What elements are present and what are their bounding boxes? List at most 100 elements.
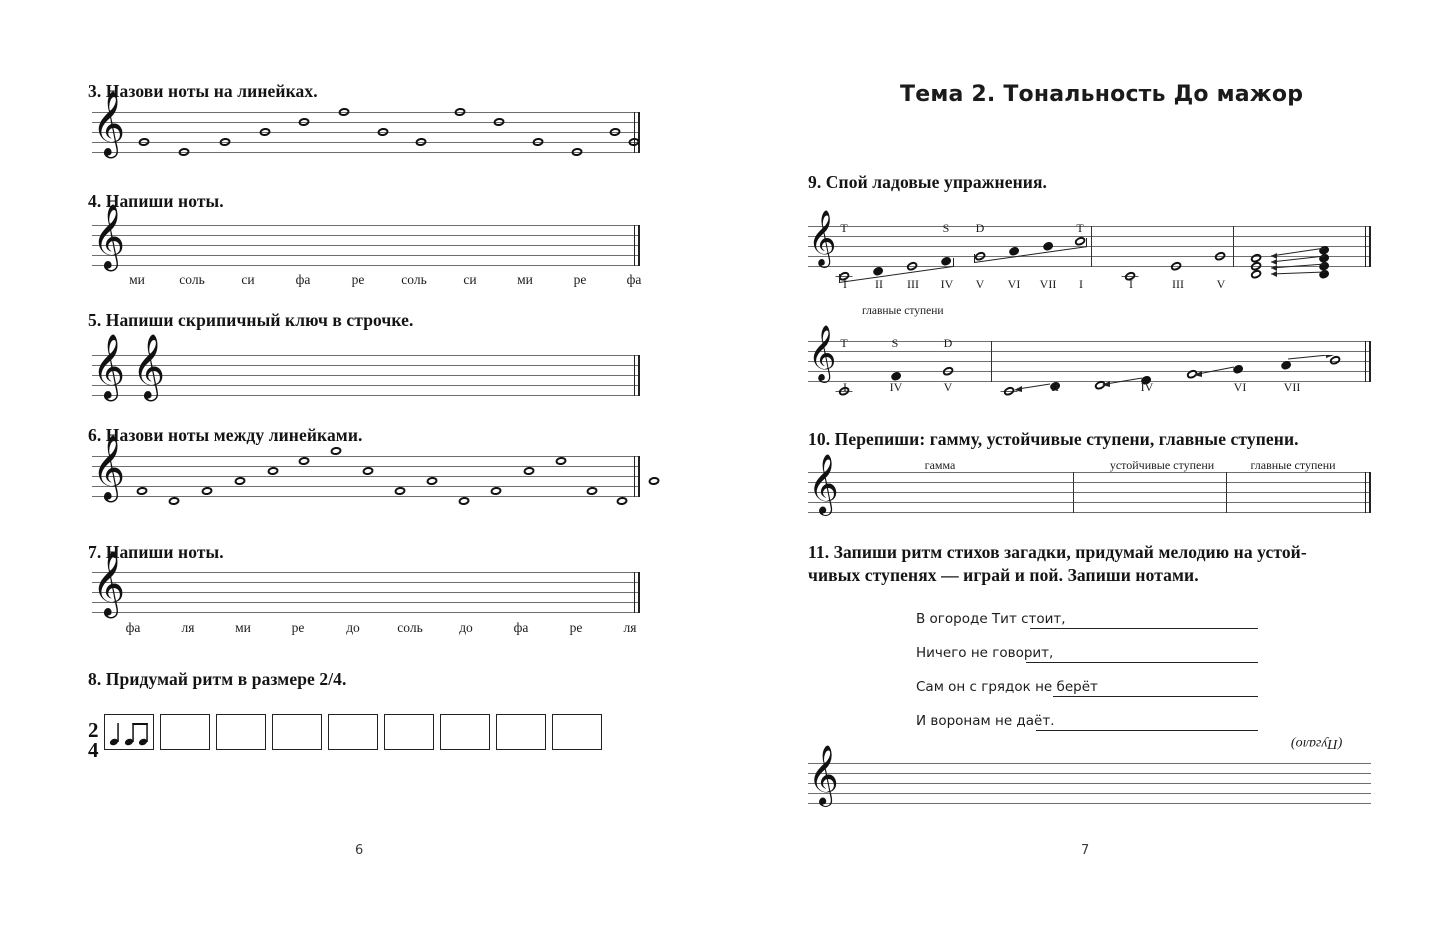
staff-line bbox=[92, 385, 640, 386]
degree-label: I bbox=[1079, 277, 1083, 291]
staff-line bbox=[92, 225, 640, 226]
note-name: фа bbox=[125, 620, 141, 635]
rhythm-box-empty[interactable] bbox=[495, 714, 546, 750]
treble-clef-icon: 𝄞 bbox=[808, 210, 837, 266]
staff-line bbox=[92, 476, 640, 477]
note-head bbox=[135, 486, 149, 496]
rhythm-notation-icon bbox=[109, 723, 148, 746]
note-head bbox=[361, 466, 375, 476]
rhythm-box-empty[interactable] bbox=[383, 714, 434, 750]
exercise-5-staff[interactable]: 𝄞 𝄞 bbox=[92, 339, 640, 399]
function-label: T bbox=[840, 221, 848, 235]
riddle-line: Ничего не говорит, bbox=[916, 645, 1054, 661]
degree-label: V bbox=[943, 380, 953, 394]
treble-clef-icon: 𝄞 bbox=[132, 334, 166, 399]
riddle-answer-rule[interactable] bbox=[1030, 628, 1258, 630]
staff-line bbox=[808, 512, 1371, 513]
function-label: S bbox=[891, 336, 899, 350]
theme-title: Тема 2. Тональность До мажор bbox=[900, 82, 1304, 107]
exercise-11-title-line-2: чивых ступенях — играй и пой. Запиши нот… bbox=[808, 565, 1199, 585]
note-name: ми bbox=[235, 620, 251, 635]
time-signature-top: 2 bbox=[88, 718, 99, 742]
rhythm-box-empty[interactable] bbox=[271, 714, 322, 750]
staff-line bbox=[808, 351, 1371, 352]
note-name: ля bbox=[623, 620, 637, 635]
note-head bbox=[905, 260, 919, 272]
note-head bbox=[329, 446, 343, 456]
beam bbox=[839, 265, 954, 284]
note-name: соль bbox=[179, 272, 205, 287]
note-head bbox=[1169, 260, 1183, 272]
staff-line bbox=[808, 226, 1371, 227]
beam bbox=[974, 246, 1088, 264]
staff-line bbox=[92, 602, 640, 603]
ex10-caption-main: главные ступени bbox=[1250, 458, 1336, 472]
note-name: фа bbox=[513, 620, 529, 635]
degree-label: IV bbox=[940, 277, 954, 291]
staff-line bbox=[808, 472, 1371, 473]
exercise-7-staff[interactable]: 𝄞 bbox=[92, 556, 640, 616]
staff-line bbox=[808, 783, 1371, 784]
rhythm-box-empty[interactable] bbox=[327, 714, 378, 750]
barline bbox=[1073, 472, 1074, 513]
staff-line bbox=[92, 375, 640, 376]
note-head bbox=[615, 496, 629, 506]
rhythm-box-empty[interactable] bbox=[159, 714, 210, 750]
staff-line bbox=[92, 592, 640, 593]
rhythm-box-empty[interactable] bbox=[215, 714, 266, 750]
riddle-answer-rule[interactable] bbox=[1036, 730, 1258, 732]
exercise-10-staff[interactable]: 𝄞 bbox=[808, 458, 1371, 516]
note-head bbox=[218, 137, 232, 147]
exercise-11-staff[interactable]: 𝄞 bbox=[808, 749, 1371, 807]
note-head bbox=[337, 107, 351, 117]
note-head bbox=[554, 456, 568, 466]
rhythm-box-empty[interactable] bbox=[551, 714, 602, 750]
function-label: T bbox=[840, 336, 848, 350]
degree-label: I bbox=[843, 380, 847, 394]
riddle-line: Сам он с грядок не берёт bbox=[916, 679, 1098, 695]
barline bbox=[1226, 472, 1227, 513]
staff-line bbox=[808, 492, 1371, 493]
note-name: ре bbox=[351, 272, 365, 287]
final-barline bbox=[634, 225, 640, 266]
page-number-left: 6 bbox=[355, 843, 364, 858]
note-name: ре bbox=[569, 620, 583, 635]
rhythm-box-empty[interactable] bbox=[439, 714, 490, 750]
note-head bbox=[939, 255, 953, 267]
note-head bbox=[522, 466, 536, 476]
note-name: ми bbox=[517, 272, 533, 287]
note-head bbox=[258, 127, 272, 137]
note-name: до bbox=[459, 620, 473, 635]
note-head bbox=[200, 486, 214, 496]
degree-label: IV bbox=[889, 380, 903, 394]
staff-line bbox=[92, 122, 640, 123]
degree-label: VII bbox=[1283, 380, 1301, 394]
final-barline bbox=[634, 355, 640, 396]
riddle-line: И воронам не даёт. bbox=[916, 713, 1055, 729]
exercise-3-staff: 𝄞 bbox=[92, 96, 641, 157]
note-head bbox=[570, 147, 584, 157]
riddle-answer-rule[interactable] bbox=[1026, 662, 1258, 664]
note-head bbox=[137, 137, 151, 147]
staff-line bbox=[92, 355, 640, 356]
degree-label: VI bbox=[1233, 380, 1247, 394]
note-head bbox=[1073, 235, 1087, 247]
staff-line bbox=[92, 612, 640, 613]
riddle-line: В огороде Тит стоит, bbox=[916, 611, 1066, 627]
note-name: до bbox=[346, 620, 360, 635]
exercise-6-title: 6. Назови ноты между линейками. bbox=[88, 425, 363, 445]
degree-label: I bbox=[843, 277, 847, 291]
exercise-4-staff[interactable]: 𝄞 bbox=[92, 209, 640, 269]
riddle-answer-rule[interactable] bbox=[1053, 696, 1258, 698]
time-signature: 2 4 bbox=[88, 718, 99, 760]
staff-line bbox=[808, 773, 1371, 774]
note-head bbox=[531, 137, 545, 147]
exercise-11-title-line-1: 11. Запиши ритм стихов загадки, придумай… bbox=[808, 542, 1307, 562]
rhythm-box-filled[interactable] bbox=[103, 714, 154, 750]
note-head bbox=[167, 496, 181, 506]
treble-clef-icon: 𝄞 bbox=[92, 334, 126, 399]
final-barline bbox=[1365, 226, 1371, 267]
beam-tick bbox=[839, 274, 841, 283]
note-head bbox=[492, 117, 506, 127]
note-name: ре bbox=[291, 620, 305, 635]
